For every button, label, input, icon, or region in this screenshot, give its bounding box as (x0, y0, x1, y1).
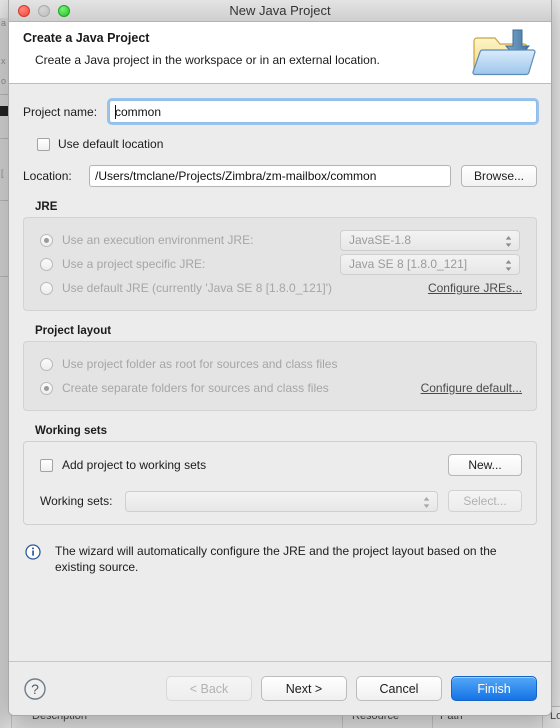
jre-group-box: Use an execution environment JRE: JavaSE… (23, 217, 537, 311)
svg-text:?: ? (31, 681, 39, 697)
jre-option-execution-environment[interactable]: Use an execution environment JRE: JavaSE… (40, 228, 522, 252)
next-button[interactable]: Next > (261, 676, 347, 701)
wizard-header: Create a Java Project Create a Java proj… (9, 22, 551, 84)
use-default-location-row[interactable]: Use default location (23, 137, 537, 151)
dialog-body: Project name: Use default location Locat… (9, 84, 551, 661)
info-message: The wizard will automatically configure … (55, 544, 497, 574)
minimize-button (38, 5, 50, 17)
jre-option-project-specific[interactable]: Use a project specific JRE: Java SE 8 [1… (40, 252, 522, 276)
add-to-working-sets-row[interactable]: Add project to working sets New... (40, 452, 522, 478)
layout-option-separate-folders[interactable]: Create separate folders for sources and … (40, 376, 522, 400)
footer-button-group: < Back Next > Cancel Finish (166, 676, 537, 701)
jre-execution-environment-combo[interactable]: JavaSE-1.8 (340, 229, 520, 251)
working-sets-group: Working sets Add project to working sets… (23, 425, 537, 525)
add-to-working-sets-checkbox[interactable] (40, 458, 53, 472)
layout-separate-folders-radio[interactable] (40, 381, 53, 395)
project-name-label: Project name: (23, 104, 98, 119)
jre-project-specific-radio[interactable] (40, 257, 53, 271)
browse-button[interactable]: Browse... (461, 165, 537, 187)
layout-separate-folders-label: Create separate folders for sources and … (62, 381, 329, 395)
use-default-location-label: Use default location (58, 137, 164, 151)
text-caret (115, 105, 116, 119)
layout-project-folder-root-label: Use project folder as root for sources a… (62, 357, 338, 371)
chevron-updown-icon (505, 259, 512, 271)
jre-group: JRE Use an execution environment JRE: Ja… (23, 201, 537, 311)
use-default-location-checkbox[interactable] (37, 137, 50, 151)
project-name-row: Project name: (23, 100, 537, 123)
select-working-set-button: Select... (448, 490, 522, 512)
finish-button[interactable]: Finish (451, 676, 537, 701)
jre-execution-environment-radio[interactable] (40, 233, 53, 247)
configure-jres-link[interactable]: Configure JREs... (428, 281, 522, 295)
info-banner: The wizard will automatically configure … (23, 543, 537, 575)
chevron-updown-icon (423, 496, 430, 508)
configure-default-link[interactable]: Configure default... (421, 381, 522, 395)
layout-project-folder-root-radio[interactable] (40, 357, 53, 371)
window-controls (18, 5, 70, 17)
working-sets-group-title: Working sets (35, 425, 107, 437)
working-sets-group-box: Add project to working sets New... Worki… (23, 441, 537, 525)
jre-project-specific-combo[interactable]: Java SE 8 [1.8.0_121] (340, 253, 520, 275)
new-java-project-dialog: New Java Project Create a Java Project C… (8, 0, 552, 716)
project-layout-group-title: Project layout (35, 325, 112, 337)
jre-group-title: JRE (35, 201, 58, 213)
jre-execution-environment-label: Use an execution environment JRE: (62, 233, 254, 247)
project-layout-group: Project layout Use project folder as roo… (23, 325, 537, 411)
jre-default-radio[interactable] (40, 281, 53, 295)
project-layout-group-box: Use project folder as root for sources a… (23, 341, 537, 411)
working-sets-label: Working sets: (40, 494, 113, 508)
close-button[interactable] (18, 5, 30, 17)
working-sets-select-row: Working sets: Select... (40, 488, 522, 514)
chevron-updown-icon (505, 235, 512, 247)
new-working-set-button[interactable]: New... (448, 454, 522, 476)
add-to-working-sets-label: Add project to working sets (62, 458, 207, 472)
dialog-footer: ? < Back Next > Cancel Finish (9, 661, 551, 715)
cancel-button[interactable]: Cancel (356, 676, 442, 701)
jre-execution-environment-value: JavaSE-1.8 (349, 232, 412, 247)
back-button: < Back (166, 676, 252, 701)
location-input[interactable] (89, 165, 451, 187)
location-row: Location: Browse... (23, 165, 537, 187)
info-circle-icon (25, 544, 43, 565)
working-sets-combo[interactable] (125, 490, 438, 512)
jre-option-default[interactable]: Use default JRE (currently 'Java SE 8 [1… (40, 276, 522, 300)
location-label: Location: (23, 169, 72, 183)
project-name-field-wrapper[interactable] (109, 100, 537, 123)
window-title: New Java Project (229, 3, 331, 18)
layout-option-project-folder-root[interactable]: Use project folder as root for sources a… (40, 352, 522, 376)
jre-project-specific-value: Java SE 8 [1.8.0_121] (349, 256, 468, 271)
zoom-button[interactable] (58, 5, 70, 17)
help-question-icon[interactable]: ? (23, 677, 47, 701)
jre-project-specific-label: Use a project specific JRE: (62, 257, 206, 271)
import-project-folder-icon (469, 24, 541, 82)
project-name-input[interactable] (110, 101, 536, 122)
dialog-titlebar: New Java Project (9, 0, 551, 22)
jre-default-label: Use default JRE (currently 'Java SE 8 [1… (62, 281, 333, 295)
